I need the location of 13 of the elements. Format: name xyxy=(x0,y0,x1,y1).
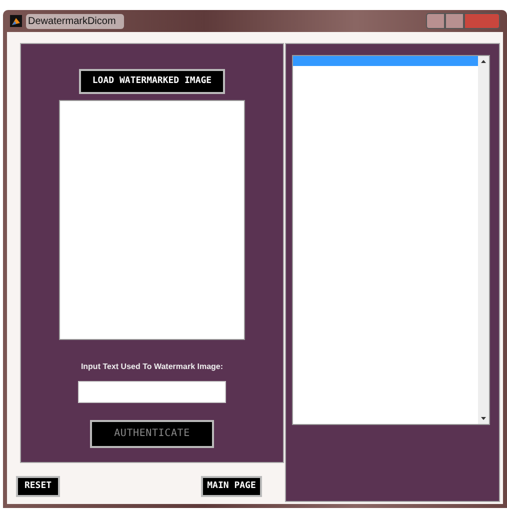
input-label: Input Text Used To Watermark Image: xyxy=(80,361,224,373)
reset-button[interactable]: RESET xyxy=(16,476,60,497)
scrollbar[interactable] xyxy=(478,56,489,424)
main-page-button[interactable]: MAIN PAGE xyxy=(201,476,262,497)
close-button[interactable] xyxy=(464,13,500,29)
scroll-up-icon[interactable] xyxy=(481,60,486,63)
input-field[interactable] xyxy=(78,381,226,403)
maximize-button[interactable] xyxy=(445,13,464,29)
app-icon xyxy=(10,15,22,27)
minimize-button[interactable] xyxy=(426,13,445,29)
scroll-down-icon[interactable] xyxy=(481,417,486,420)
load-image-button[interactable]: LOAD WATERMARKED IMAGE xyxy=(79,69,225,94)
window-title: DewatermarkDicom xyxy=(26,14,124,28)
